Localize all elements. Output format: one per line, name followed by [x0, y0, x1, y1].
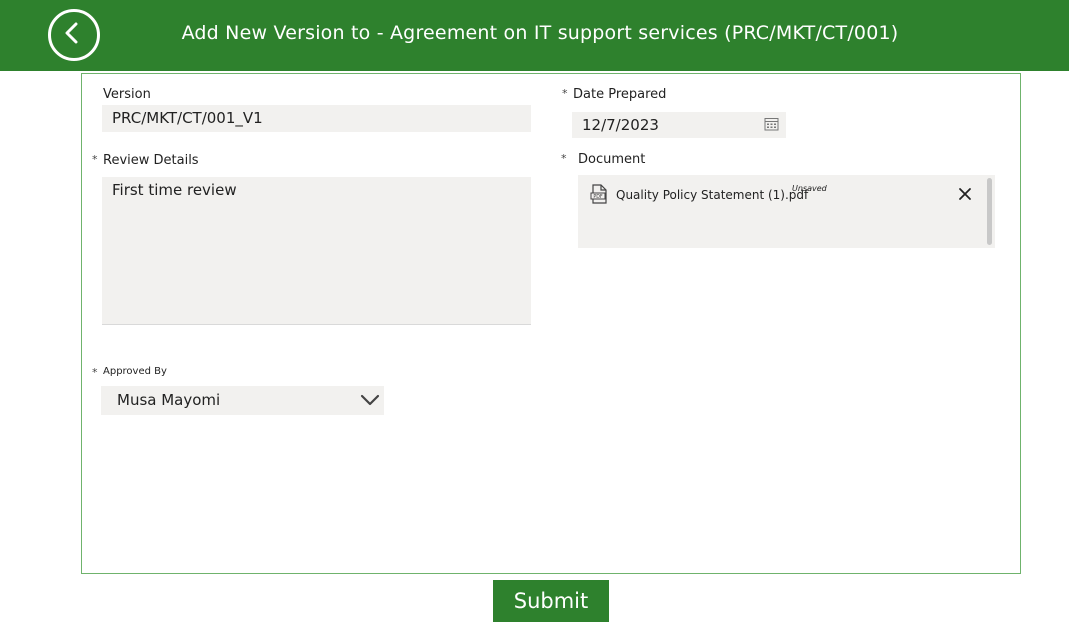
required-mark: * [92, 366, 98, 379]
chevron-down-icon[interactable] [360, 393, 380, 407]
version-label: Version [103, 87, 151, 102]
date-prepared-label: Date Prepared [573, 87, 667, 102]
submit-button[interactable]: Submit [493, 580, 609, 622]
required-mark: * [562, 87, 568, 100]
calendar-icon[interactable] [764, 117, 779, 131]
pdf-icon: PDF [590, 184, 607, 204]
header-bar: Add New Version to - Agreement on IT sup… [0, 0, 1069, 71]
document-label: Document [578, 152, 646, 167]
approved-by-label: Approved By [103, 366, 167, 377]
document-attachment-box[interactable] [578, 175, 995, 248]
close-icon[interactable] [958, 187, 972, 201]
review-details-label: Review Details [103, 153, 199, 168]
document-status: Unsaved [792, 184, 827, 193]
required-mark: * [561, 152, 567, 165]
required-mark: * [92, 153, 98, 166]
chevron-left-icon [65, 22, 78, 44]
approved-by-dropdown[interactable]: Musa Mayomi [101, 386, 384, 415]
document-scrollbar[interactable] [987, 178, 992, 245]
version-field[interactable]: PRC/MKT/CT/001_V1 [102, 105, 531, 132]
date-prepared-field[interactable]: 12/7/2023 [572, 112, 786, 138]
document-file-name[interactable]: Quality Policy Statement (1).pdf [616, 188, 808, 202]
back-button[interactable] [48, 9, 100, 61]
svg-text:PDF: PDF [593, 194, 603, 200]
review-details-field[interactable]: First time review [102, 177, 531, 325]
page-title: Add New Version to - Agreement on IT sup… [181, 22, 899, 44]
